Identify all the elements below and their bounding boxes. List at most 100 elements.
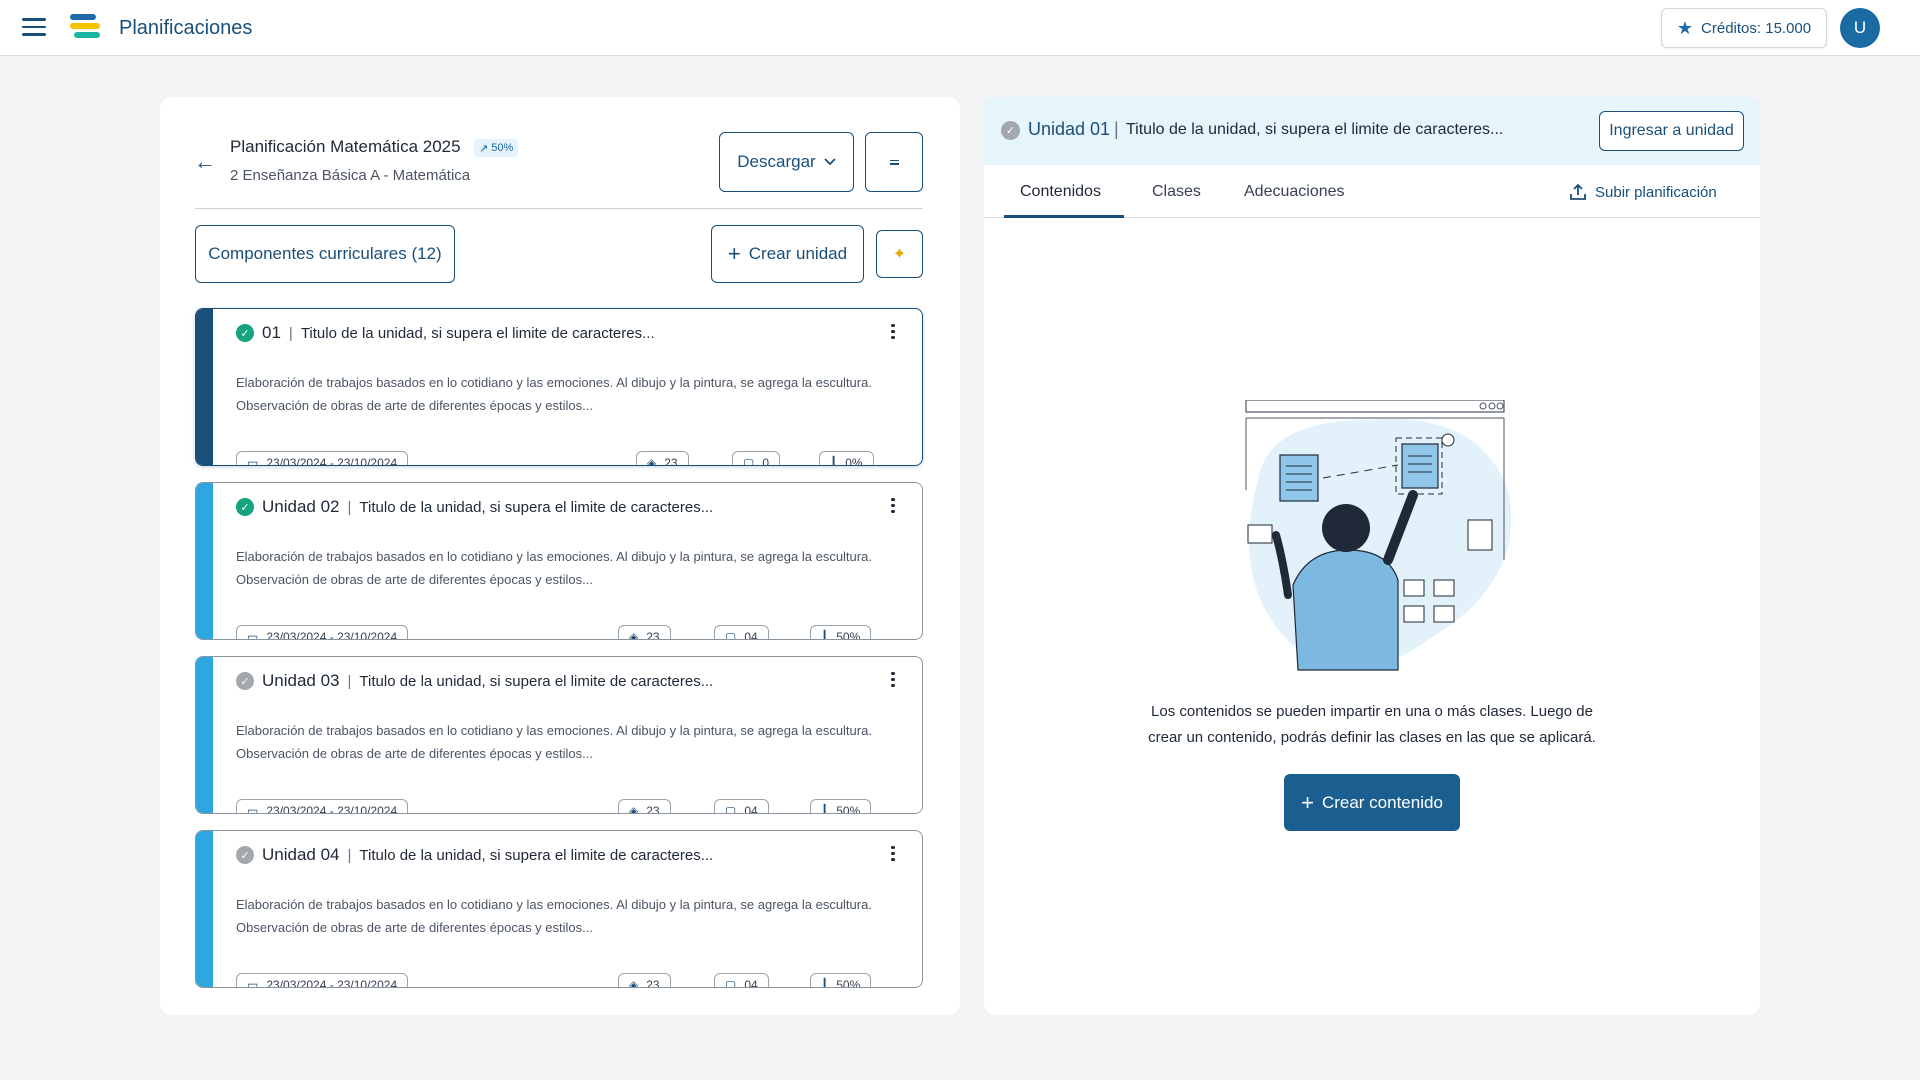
unit-folders-chip: ▢ 0 (732, 451, 781, 466)
download-label: Descargar (737, 152, 816, 171)
unit-lessons: 23 (646, 630, 660, 640)
unit-detail-panel: ✓ Unidad 01 | Titulo de la unidad, si su… (984, 97, 1760, 1015)
detail-unit-label: Unidad 01 (1028, 119, 1111, 139)
empty-state-line-1: Los contenidos se pueden impartir en una… (1151, 703, 1593, 720)
avatar[interactable]: U (1840, 8, 1880, 48)
planning-progress-badge: ↗ 50% (474, 139, 519, 157)
unit-separator: | (288, 324, 293, 342)
folder-icon: ▢ (743, 456, 755, 466)
planning-subtitle: 2 Enseñanza Básica A - Matemática (230, 167, 471, 184)
folder-icon: ▢ (725, 630, 737, 640)
unit-dates: 23/03/2024 - 23/10/2024 (266, 978, 398, 988)
unit-progress-chip: ┃ 0% (819, 451, 874, 465)
check-circle-icon: ✓ (236, 498, 254, 516)
tab-clases[interactable]: Clases (1152, 183, 1201, 201)
unit-number: Unidad 04 (262, 845, 340, 864)
detail-separator: | (1114, 119, 1119, 139)
credits-label: Créditos: 15.000 (1701, 19, 1812, 37)
unit-dates: 23/03/2024 - 23/10/2024 (266, 456, 398, 466)
check-circle-icon: ✓ (236, 324, 254, 342)
unit-lessons: 23 (646, 978, 660, 988)
unit-description: Elaboración de trabajos basados en lo co… (236, 723, 872, 761)
ai-generate-button[interactable]: ✦ (876, 230, 923, 278)
unit-dates: 23/03/2024 - 23/10/2024 (266, 630, 398, 640)
calendar-icon: ▭ (247, 630, 259, 640)
unit-dates-chip: ▭ 23/03/2024 - 23/10/2024 (236, 973, 409, 988)
layers-icon: ◈ (647, 456, 657, 466)
detail-tabs: Contenidos Clases Adecuaciones Subir pla… (984, 165, 1760, 218)
unit-progress: 50% (836, 804, 861, 814)
tab-contenidos[interactable]: Contenidos (1020, 183, 1101, 201)
unit-dates: 23/03/2024 - 23/10/2024 (266, 804, 398, 814)
unit-folders: 04 (744, 630, 758, 640)
upload-planning-label: Subir planificación (1595, 183, 1717, 201)
create-content-label: Crear contenido (1321, 792, 1443, 812)
planning-title: Planificación Matemática 2025 (230, 137, 461, 156)
chart-icon: ┃ (821, 630, 829, 640)
check-circle-icon: ✓ (236, 672, 254, 690)
chart-icon: ┃ (821, 804, 829, 814)
curricular-components-button[interactable]: Componentes curriculares (12) (195, 225, 455, 283)
unit-list: ✓ 01 | Titulo de la unidad, si supera el… (195, 308, 923, 1004)
menu-icon[interactable] (22, 18, 46, 38)
empty-state-line-2: crear un contenido, podrás definir las c… (1148, 729, 1596, 746)
layers-icon: ◈ (629, 630, 639, 640)
unit-title: Titulo de la unidad, si supera el limite… (359, 846, 714, 864)
unit-lessons-chip: ◈ 23 (618, 625, 671, 640)
unit-card[interactable]: ✓ 01 | Titulo de la unidad, si supera el… (195, 308, 923, 466)
unit-title: Titulo de la unidad, si supera el limite… (359, 672, 714, 690)
unit-title: Titulo de la unidad, si supera el limite… (300, 324, 655, 342)
create-unit-button[interactable]: + Crear unidad (711, 225, 864, 283)
unit-color-bar (196, 831, 213, 987)
credits-button[interactable]: ★ Créditos: 15.000 (1661, 8, 1827, 48)
create-content-button[interactable]: + Crear contenido (1284, 774, 1460, 831)
unit-progress: 50% (836, 630, 861, 640)
sparkle-icon: ✦ (892, 246, 907, 263)
unit-progress: 50% (836, 978, 861, 988)
enter-unit-button[interactable]: Ingresar a unidad (1599, 111, 1744, 151)
unit-card[interactable]: ✓ Unidad 04 | Titulo de la unidad, si su… (195, 830, 923, 988)
folder-icon: ▢ (725, 804, 737, 814)
calendar-icon: ▭ (247, 456, 259, 466)
more-vert-icon[interactable] (888, 843, 898, 867)
more-vert-icon[interactable] (888, 495, 898, 519)
unit-folders-chip: ▢ 04 (714, 625, 769, 640)
top-bar: Planificaciones ★ Créditos: 15.000 U (0, 0, 1920, 56)
unit-progress-chip: ┃ 50% (810, 973, 872, 988)
app-title: Planificaciones (119, 17, 253, 39)
unit-lessons-chip: ◈ 23 (636, 451, 689, 466)
upload-planning-button[interactable]: Subir planificación (1568, 182, 1717, 202)
more-vert-icon[interactable] (888, 321, 898, 345)
unit-description: Elaboración de trabajos basados en lo co… (236, 897, 872, 935)
chevron-down-icon (824, 158, 836, 166)
unit-separator: | (347, 846, 352, 864)
empty-state-illustration (1245, 400, 1512, 671)
folder-icon: ▢ (725, 978, 737, 988)
download-button[interactable]: Descargar (719, 132, 854, 192)
unit-color-bar (196, 309, 213, 465)
progress-icon: ↗ (479, 142, 489, 155)
more-vert-icon[interactable] (888, 669, 898, 693)
tab-adecuaciones[interactable]: Adecuaciones (1244, 183, 1345, 201)
check-circle-icon: ✓ (1001, 121, 1020, 140)
filter-button[interactable] (865, 132, 923, 192)
unit-separator: | (347, 672, 352, 690)
unit-number: Unidad 02 (262, 497, 340, 516)
unit-title: Titulo de la unidad, si supera el limite… (359, 498, 714, 516)
layers-icon: ◈ (629, 804, 639, 814)
back-arrow-icon[interactable]: ← (194, 149, 216, 175)
check-circle-icon: ✓ (236, 846, 254, 864)
unit-color-bar (196, 483, 213, 639)
unit-lessons: 23 (664, 456, 678, 466)
unit-lessons: 23 (646, 804, 660, 814)
unit-dates-chip: ▭ 23/03/2024 - 23/10/2024 (236, 625, 409, 640)
unit-detail-header: ✓ Unidad 01 | Titulo de la unidad, si su… (984, 97, 1760, 165)
unit-number: 01 (262, 323, 281, 342)
planning-progress-value: 50% (491, 142, 514, 154)
detail-unit-title: Titulo de la unidad, si supera el limite… (1126, 121, 1504, 138)
upload-icon (1570, 183, 1586, 200)
unit-card[interactable]: ✓ Unidad 02 | Titulo de la unidad, si su… (195, 482, 923, 640)
filter-icon (889, 158, 899, 167)
unit-card[interactable]: ✓ Unidad 03 | Titulo de la unidad, si su… (195, 656, 923, 814)
unit-progress-chip: ┃ 50% (810, 799, 872, 814)
